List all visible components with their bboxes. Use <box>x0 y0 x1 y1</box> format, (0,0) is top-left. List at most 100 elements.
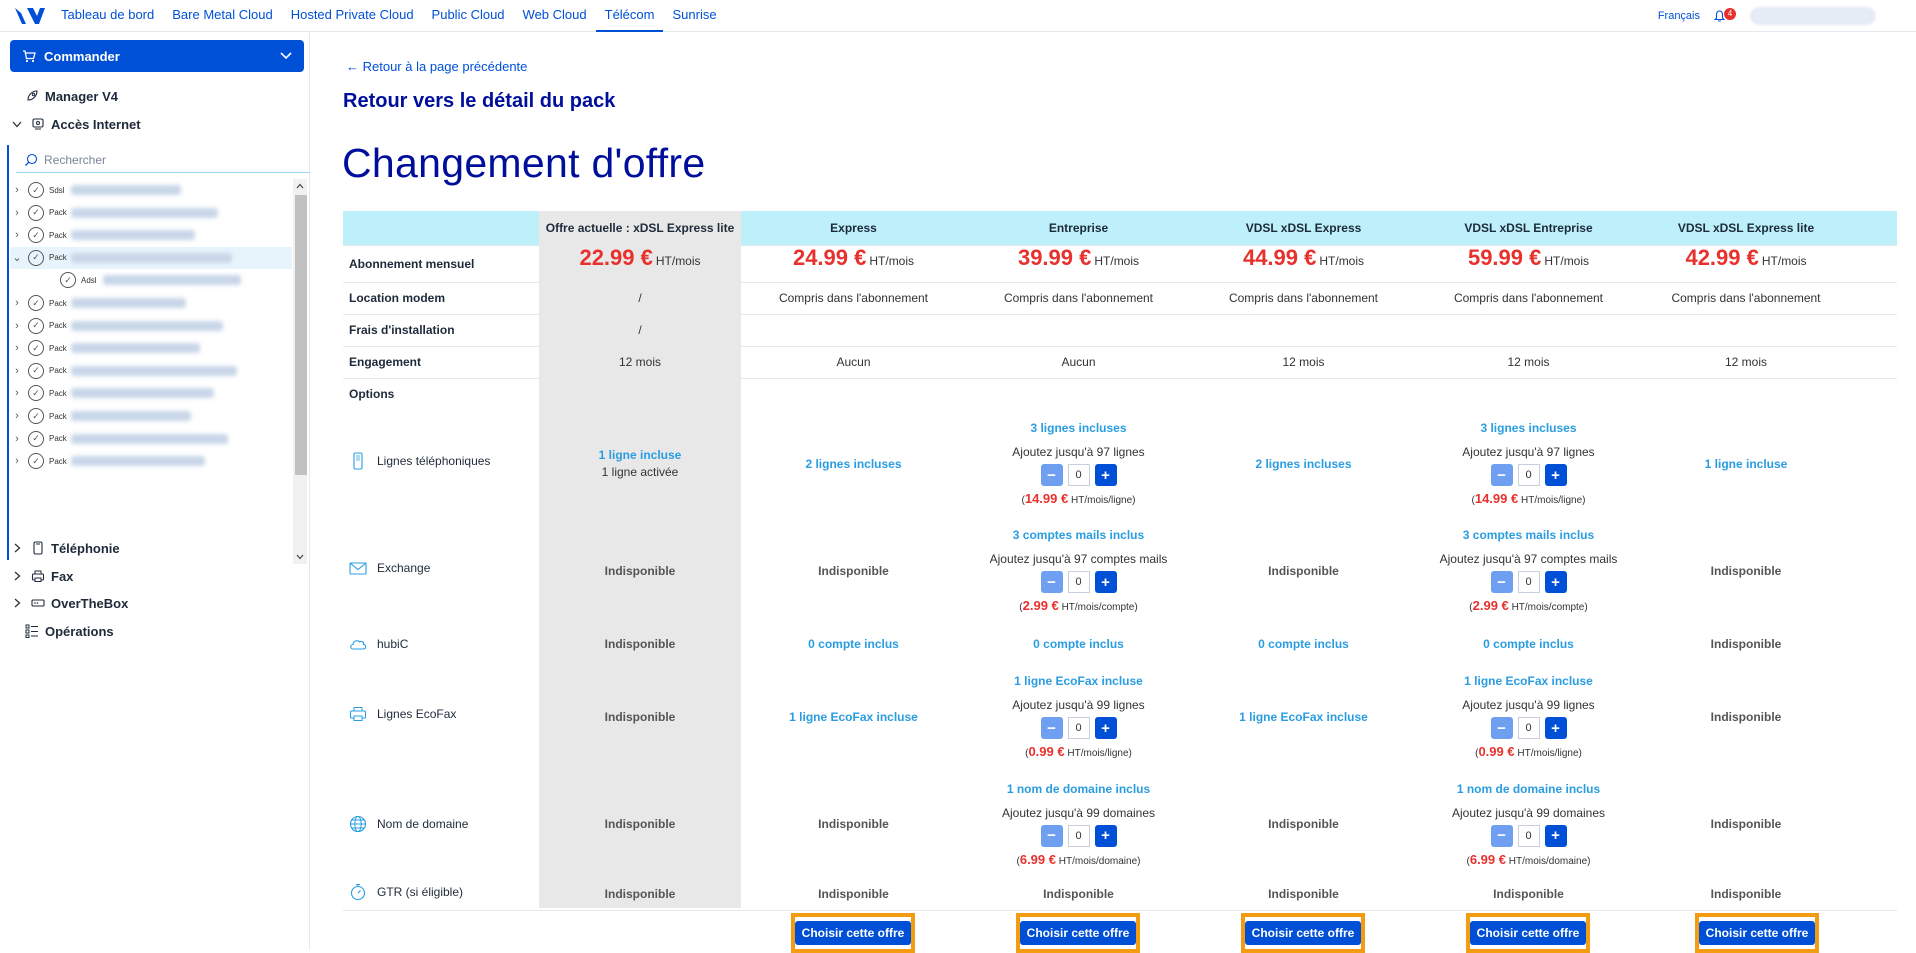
chevron-right-icon[interactable]: › <box>10 433 24 445</box>
sidebar-item-overthebox[interactable]: OverTheBox <box>9 595 128 611</box>
tree-item[interactable]: › ✓ Pack <box>10 382 292 404</box>
tree-item[interactable]: › ✓ Pack <box>10 202 292 224</box>
choose-vdsl-express-lite-button[interactable]: Choisir cette offre <box>1698 921 1816 945</box>
chevron-right-icon[interactable]: › <box>10 297 24 309</box>
quantity-input[interactable]: 0 <box>1067 824 1090 847</box>
tree-item[interactable]: › ✓ Pack <box>10 315 292 337</box>
nav-dashboard[interactable]: Tableau de bord <box>52 0 163 32</box>
lines-entreprise-stepper[interactable]: − 0 + <box>1040 464 1117 486</box>
decrement-button[interactable]: − <box>1040 717 1063 739</box>
sidebar-item-telephony[interactable]: Téléphonie <box>9 540 120 556</box>
decrement-button[interactable]: − <box>1490 824 1513 847</box>
user-menu[interactable] <box>1750 7 1876 25</box>
chevron-right-icon[interactable]: › <box>10 387 24 399</box>
row-label-options: Options <box>349 387 395 401</box>
increment-button[interactable]: + <box>1544 464 1567 486</box>
chevron-right-icon[interactable]: › <box>10 320 24 332</box>
service-tree: › ✓ Sdsl › ✓ Pack › ✓ Pack ⌄ ✓ Pack ✓ Adsl › ✓ Pack › ✓ Pac… <box>10 179 292 564</box>
increment-button[interactable]: + <box>1544 571 1567 593</box>
chevron-right-icon[interactable]: › <box>10 342 24 354</box>
decrement-button[interactable]: − <box>1040 464 1063 486</box>
sidebar-item-manager-v4[interactable]: Manager V4 <box>24 88 118 104</box>
exchange-vdsl-entreprise-stepper[interactable]: − 0 + <box>1490 571 1567 593</box>
increment-button[interactable]: + <box>1094 571 1117 593</box>
chevron-right-icon[interactable]: › <box>10 365 24 377</box>
chevron-down-icon[interactable]: ⌄ <box>10 251 24 264</box>
tree-item[interactable]: ✓ Adsl <box>10 269 292 291</box>
exchange-vdsl-entreprise: 3 comptes mails inclus Ajoutez jusqu'à 9… <box>1439 528 1618 613</box>
notifications-button[interactable]: 4 <box>1714 7 1736 25</box>
redacted-service-name <box>71 207 218 218</box>
increment-button[interactable]: + <box>1094 464 1117 486</box>
order-button[interactable]: Commander <box>10 40 304 72</box>
tree-item[interactable]: › ✓ Pack <box>10 224 292 246</box>
increment-button[interactable]: + <box>1094 824 1117 847</box>
sidebar-item-fax[interactable]: Fax <box>9 568 73 584</box>
price-entreprise: 39.99 € HT/mois <box>1017 245 1140 270</box>
tree-item[interactable]: › ✓ Pack <box>10 360 292 382</box>
tree-item[interactable]: › ✓ Pack <box>10 450 292 472</box>
domain-vdsl-entreprise-stepper[interactable]: − 0 + <box>1490 824 1567 847</box>
chevron-right-icon[interactable]: › <box>10 229 24 241</box>
tree-scrollbar-thumb[interactable] <box>295 195 307 475</box>
choose-entreprise-button[interactable]: Choisir cette offre <box>1019 921 1137 945</box>
ovh-logo[interactable] <box>8 0 52 32</box>
sidebar-item-operations[interactable]: Opérations <box>24 623 114 639</box>
check-circle-icon: ✓ <box>28 430 44 447</box>
sidebar-item-internet-access[interactable]: Accès Internet <box>9 116 141 132</box>
pack-detail-title[interactable]: Retour vers le détail du pack <box>343 90 615 113</box>
sidebar-item-label: Téléphonie <box>51 540 120 556</box>
lines-vdsl-entreprise-stepper[interactable]: − 0 + <box>1490 464 1567 486</box>
exchange-entreprise-stepper[interactable]: − 0 + <box>1040 571 1117 593</box>
engagement-vdsl-entreprise: 12 mois <box>1507 355 1550 369</box>
tree-item[interactable]: ⌄ ✓ Pack <box>10 246 292 269</box>
nav-telecom[interactable]: Télécom <box>595 0 664 32</box>
price-vdsl-express: 44.99 € HT/mois <box>1242 245 1365 270</box>
quantity-input[interactable]: 0 <box>1067 571 1090 593</box>
nav-web-cloud[interactable]: Web Cloud <box>514 0 596 32</box>
tree-item[interactable]: › ✓ Pack <box>10 405 292 427</box>
quantity-input[interactable]: 0 <box>1067 717 1090 739</box>
quantity-input[interactable]: 0 <box>1517 464 1540 486</box>
ecofax-vdsl-express: 1 ligne EcoFax incluse <box>1239 709 1368 724</box>
nav-bare-metal-cloud[interactable]: Bare Metal Cloud <box>163 0 281 32</box>
language-selector[interactable]: Français <box>1658 10 1700 22</box>
choose-express-button[interactable]: Choisir cette offre <box>794 921 912 945</box>
decrement-button[interactable]: − <box>1490 571 1513 593</box>
redacted-service-name <box>71 365 237 376</box>
nav-hosted-private-cloud[interactable]: Hosted Private Cloud <box>282 0 423 32</box>
ecofax-entreprise-stepper[interactable]: − 0 + <box>1040 717 1117 739</box>
back-link[interactable]: ← Retour à la page précédente <box>346 59 527 74</box>
sidebar-search-input[interactable]: Rechercher <box>16 147 310 173</box>
quantity-input[interactable]: 0 <box>1067 464 1090 486</box>
chevron-right-icon[interactable]: › <box>10 410 24 422</box>
choose-vdsl-express-button[interactable]: Choisir cette offre <box>1244 921 1362 945</box>
nav-public-cloud[interactable]: Public Cloud <box>423 0 514 32</box>
tree-item[interactable]: › ✓ Pack <box>10 337 292 359</box>
quantity-input[interactable]: 0 <box>1517 824 1540 847</box>
decrement-button[interactable]: − <box>1040 824 1063 847</box>
increment-button[interactable]: + <box>1094 717 1117 739</box>
chevron-down-icon <box>280 52 292 60</box>
modem-entreprise: Compris dans l'abonnement <box>1003 291 1154 305</box>
decrement-button[interactable]: − <box>1040 571 1063 593</box>
chevron-right-icon[interactable]: › <box>10 207 24 219</box>
tree-item-type: Pack <box>49 321 67 331</box>
ecofax-vdsl-entreprise-stepper[interactable]: − 0 + <box>1490 717 1567 739</box>
nav-sunrise[interactable]: Sunrise <box>663 0 725 32</box>
chevron-right-icon[interactable]: › <box>10 184 24 196</box>
tree-item[interactable]: › ✓ Pack <box>10 428 292 450</box>
decrement-button[interactable]: − <box>1490 717 1513 739</box>
tree-item[interactable]: › ✓ Pack <box>10 292 292 314</box>
quantity-input[interactable]: 0 <box>1517 717 1540 739</box>
increment-button[interactable]: + <box>1544 717 1567 739</box>
quantity-input[interactable]: 0 <box>1517 571 1540 593</box>
sidebar-item-label: Accès Internet <box>51 116 141 132</box>
tree-item-type: Pack <box>49 456 67 466</box>
choose-vdsl-entreprise-button[interactable]: Choisir cette offre <box>1469 921 1587 945</box>
chevron-right-icon[interactable]: › <box>10 455 24 467</box>
increment-button[interactable]: + <box>1544 824 1567 847</box>
decrement-button[interactable]: − <box>1490 464 1513 486</box>
domain-entreprise-stepper[interactable]: − 0 + <box>1040 824 1117 847</box>
tree-item[interactable]: › ✓ Sdsl <box>10 179 292 201</box>
